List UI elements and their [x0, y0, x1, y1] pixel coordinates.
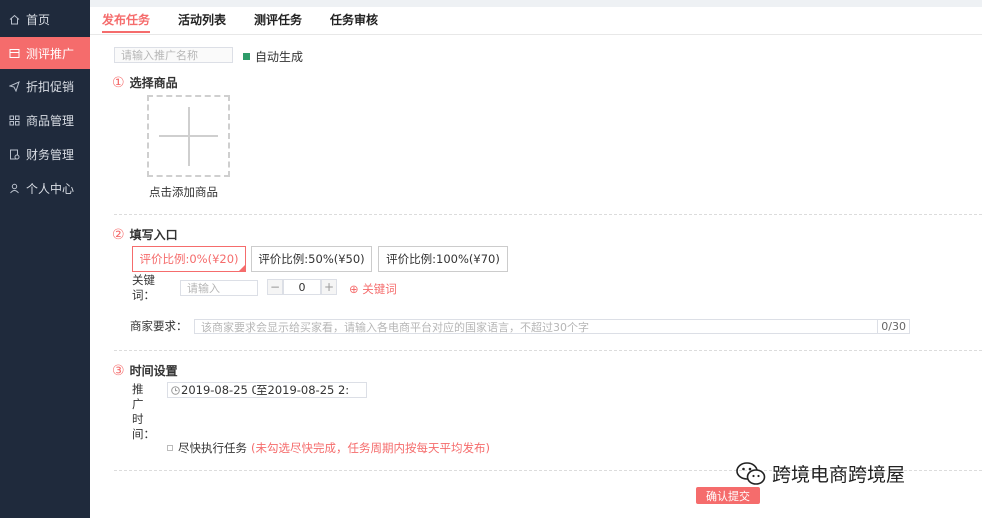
- sidebar-item-discount[interactable]: 折扣促销: [0, 71, 90, 101]
- section-time-settings: ③ 时间设置: [112, 362, 178, 379]
- watermark: 跨境电商跨境屋: [736, 460, 905, 487]
- ratio-label: 评价比例:0%(¥20): [139, 252, 239, 266]
- ratio-label: 评价比例:100%(¥70): [386, 252, 500, 266]
- sidebar-item-promotion[interactable]: 测评推广: [0, 37, 90, 69]
- date-range-picker[interactable]: 2019-08-25 0( 至 2019-08-25 2:: [167, 382, 367, 398]
- sidebar-item-label: 折扣促销: [26, 79, 75, 94]
- ratio-label: 评价比例:50%(¥50): [258, 252, 365, 266]
- clock-icon: [171, 385, 180, 395]
- divider: [114, 214, 982, 215]
- ratio-option-1[interactable]: 评价比例:50%(¥50): [251, 246, 372, 272]
- plus-icon-bar: [159, 135, 218, 137]
- ratio-option-0[interactable]: 评价比例:0%(¥20): [132, 246, 246, 272]
- grid-icon: [8, 114, 20, 126]
- increment-button[interactable]: +: [321, 279, 337, 295]
- section-title: 选择商品: [129, 76, 178, 90]
- sidebar-item-label: 个人中心: [26, 181, 75, 196]
- merchant-req-input[interactable]: 该商家要求会显示给买家看，请输入各电商平台对应的国家语言，不超过30个字: [194, 319, 878, 334]
- wechat-icon: [736, 461, 766, 487]
- end-date[interactable]: 2019-08-25 2:: [268, 383, 364, 397]
- tab-divider: [90, 34, 982, 35]
- auto-generate-label: 自动生成: [255, 50, 304, 64]
- date-separator: 至: [256, 383, 268, 397]
- sidebar-item-label: 首页: [26, 12, 51, 27]
- step-number: ③: [112, 362, 125, 379]
- main-panel: 发布任务 活动列表 测评任务 任务审核 请输入推广名称 自动生成 ① 选择商品 …: [90, 0, 982, 518]
- tab-bar: 发布任务 活动列表 测评任务 任务审核: [102, 11, 406, 35]
- section-title: 填写入口: [129, 228, 178, 242]
- tab-review-task[interactable]: 测评任务: [254, 11, 302, 33]
- selected-corner-icon: [239, 265, 245, 271]
- promo-time-label: 推广时间：: [132, 382, 155, 441]
- submit-button[interactable]: 确认提交: [696, 487, 760, 504]
- merchant-req-label: 商家要求：: [130, 319, 188, 333]
- tab-activity-list[interactable]: 活动列表: [178, 11, 226, 33]
- asap-option[interactable]: 尽快执行任务 (未勾选尽快完成，任务周期内按每天平均发布): [167, 440, 490, 456]
- promo-name-input[interactable]: 请输入推广名称: [114, 47, 233, 63]
- section-fill-entry: ② 填写入口: [112, 226, 178, 243]
- sidebar-item-label: 商品管理: [26, 113, 75, 128]
- sidebar-item-finance[interactable]: 财务管理: [0, 139, 90, 169]
- asap-note: (未勾选尽快完成，任务周期内按每天平均发布): [251, 441, 490, 455]
- asap-label: 尽快执行任务: [178, 441, 247, 455]
- asap-checkbox[interactable]: [167, 445, 173, 451]
- add-product-box[interactable]: [147, 95, 230, 177]
- keyword-label: 关键词：: [132, 273, 155, 302]
- add-keyword-link[interactable]: ⊕ 关键词: [349, 281, 397, 297]
- watermark-text: 跨境电商跨境屋: [772, 464, 906, 486]
- add-product-label: 点击添加商品: [149, 185, 218, 199]
- step-number: ①: [112, 74, 125, 91]
- ratio-option-2[interactable]: 评价比例:100%(¥70): [378, 246, 508, 272]
- start-date[interactable]: 2019-08-25 0(: [181, 383, 256, 397]
- auto-generate-checkbox[interactable]: [243, 53, 250, 60]
- user-icon: [8, 182, 20, 194]
- sidebar-item-products[interactable]: 商品管理: [0, 105, 90, 135]
- sidebar-item-home[interactable]: 首页: [0, 4, 90, 34]
- auto-generate[interactable]: 自动生成: [243, 48, 303, 65]
- char-count: 0/30: [878, 319, 910, 334]
- section-title: 时间设置: [129, 364, 178, 378]
- send-icon: [8, 80, 20, 92]
- finance-icon: [8, 148, 20, 160]
- decrement-button[interactable]: −: [267, 279, 283, 295]
- divider: [114, 350, 982, 351]
- tab-publish-task[interactable]: 发布任务: [102, 11, 151, 33]
- sidebar-item-label: 测评推广: [26, 46, 75, 61]
- sidebar-item-profile[interactable]: 个人中心: [0, 173, 90, 203]
- tab-task-audit[interactable]: 任务审核: [330, 11, 378, 33]
- quantity-stepper[interactable]: 0: [283, 279, 321, 295]
- promo-icon: [8, 47, 20, 59]
- step-number: ②: [112, 226, 125, 243]
- keyword-input[interactable]: 请输入: [180, 280, 258, 296]
- top-strip: [90, 0, 982, 7]
- section-select-product: ① 选择商品: [112, 74, 178, 91]
- sidebar: 首页 测评推广 折扣促销 商品管理 财务管理 个人中心: [0, 0, 90, 518]
- sidebar-item-label: 财务管理: [26, 147, 75, 162]
- home-icon: [8, 13, 20, 25]
